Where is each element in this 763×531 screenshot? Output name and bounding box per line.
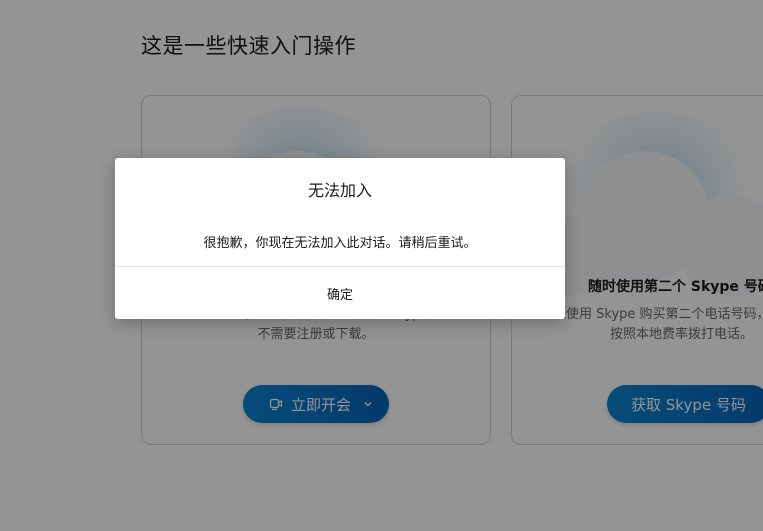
dialog-title: 无法加入: [307, 181, 372, 200]
error-dialog: 无法加入 很抱歉，你现在无法加入此对话。请稍后重试。 确定: [115, 158, 565, 319]
dialog-message: 很抱歉，你现在无法加入此对话。请稍后重试。: [203, 236, 477, 251]
ok-button[interactable]: 确定: [115, 267, 565, 319]
skype-home-page: 这是一些快速入门操作 与任何人共享邀请，即使他们不使用 Skype，也 不需要注…: [0, 0, 763, 531]
